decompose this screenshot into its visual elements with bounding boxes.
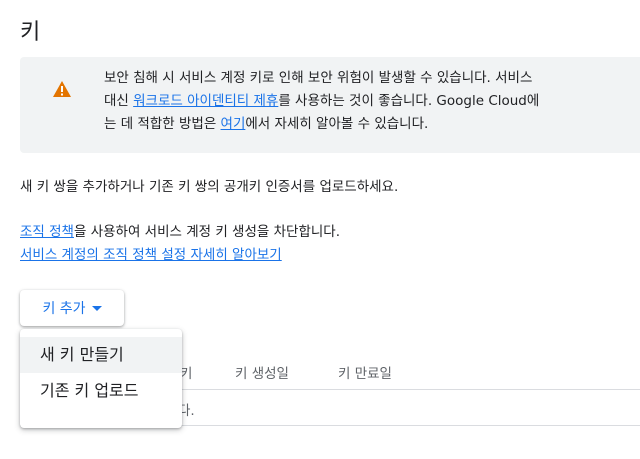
org-policy-line: 조직 정책을 사용하여 서비스 계정 키 생성을 차단합니다.: [20, 221, 340, 244]
page-title: 키: [20, 20, 41, 45]
menu-item-upload-existing-key[interactable]: 기존 키 업로드: [20, 373, 182, 409]
menu-item-create-new-key[interactable]: 새 키 만들기: [20, 337, 182, 373]
warning-line-2-prefix: 대신: [104, 93, 134, 109]
learn-more-here-link[interactable]: 여기: [221, 116, 246, 132]
add-key-label: 키 추가: [42, 301, 86, 317]
column-header-expires[interactable]: 키 만료일: [338, 362, 392, 382]
warning-line-2: 대신 워크로드 아이덴티티 제휴를 사용하는 것이 좋습니다. Google C…: [104, 90, 640, 113]
add-key-menu: 새 키 만들기 기존 키 업로드: [20, 329, 182, 428]
org-policy-link[interactable]: 조직 정책: [20, 224, 74, 240]
org-policy-learn-more-link[interactable]: 서비스 계정의 조직 정책 설정 자세히 알아보기: [20, 247, 282, 263]
arrow-drop-down-icon: [91, 305, 102, 311]
warning-text: 보안 침해 시 서비스 계정 키로 인해 보안 위험이 발생할 수 있습니다. …: [104, 67, 640, 136]
warning-line-2-suffix: 를 사용하는 것이 좋습니다. Google Cloud에: [278, 93, 540, 109]
warning-icon: [53, 81, 71, 97]
org-policy-suffix: 을 사용하여 서비스 계정 키 생성을 차단합니다.: [73, 224, 341, 240]
add-key-button[interactable]: 키 추가: [20, 290, 124, 326]
warning-line-3-prefix: 는 데 적합한 방법은: [104, 116, 221, 132]
warning-line-1: 보안 침해 시 서비스 계정 키로 인해 보안 위험이 발생할 수 있습니다. …: [104, 70, 533, 86]
warning-line-3: 는 데 적합한 방법은 여기에서 자세히 알아볼 수 있습니다.: [104, 113, 640, 136]
workload-identity-federation-link[interactable]: 워크로드 아이덴티티 제휴: [133, 93, 278, 109]
column-header-created[interactable]: 키 생성일: [235, 362, 289, 382]
org-policy-section: 조직 정책을 사용하여 서비스 계정 키 생성을 차단합니다. 서비스 계정의 …: [20, 221, 340, 267]
keys-description: 새 키 쌍을 추가하거나 기존 키 쌍의 공개키 인증서를 업로드하세요.: [20, 179, 399, 195]
warning-line-3-suffix: 에서 자세히 알아볼 수 있습니다.: [245, 116, 429, 132]
security-warning-banner: 보안 침해 시 서비스 계정 키로 인해 보안 위험이 발생할 수 있습니다. …: [20, 57, 640, 153]
